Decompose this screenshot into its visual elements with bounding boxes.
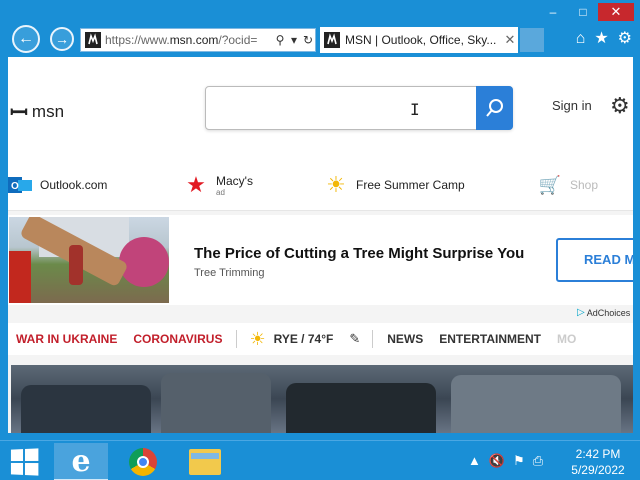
clock-date: 5/29/2022 bbox=[571, 463, 625, 477]
search-input[interactable] bbox=[214, 97, 474, 119]
settings-gear-icon[interactable]: ⚙ bbox=[610, 93, 630, 119]
quick-links-bar: O Outlook.com ★ Macy's ad ☀ Free Summer C… bbox=[8, 167, 633, 211]
internet-explorer-icon: e bbox=[71, 443, 91, 479]
cart-icon: 🛒 bbox=[538, 174, 562, 195]
refresh-icon[interactable]: ↻ bbox=[301, 33, 315, 47]
dropdown-icon[interactable]: ▾ bbox=[287, 33, 301, 47]
text-cursor-icon: I bbox=[410, 100, 420, 119]
taskbar: e ▲ 🔇 ⚑ ⎙ 2:42 PM 5/29/2022 bbox=[0, 440, 640, 480]
quick-link-text: Macy's ad bbox=[216, 174, 253, 197]
quick-link-label: Outlook.com bbox=[40, 178, 108, 192]
divider bbox=[236, 330, 238, 348]
msn-favicon-icon bbox=[324, 32, 340, 48]
topic-coronavirus[interactable]: CORONAVIRUS bbox=[125, 332, 230, 346]
topic-ukraine[interactable]: WAR IN UKRAINE bbox=[8, 332, 125, 346]
quick-link-macys[interactable]: ★ Macy's ad bbox=[184, 172, 253, 197]
search-icon bbox=[485, 99, 503, 117]
ad-source: Tree Trimming bbox=[194, 267, 265, 279]
hero-image[interactable] bbox=[11, 365, 633, 433]
start-button[interactable] bbox=[10, 448, 39, 476]
volume-muted-icon[interactable]: 🔇 bbox=[489, 453, 505, 469]
butterfly-icon: ꟷ bbox=[10, 100, 28, 125]
ad-banner[interactable]: The Price of Cutting a Tree Might Surpri… bbox=[8, 215, 633, 305]
address-url[interactable]: https://www.msn.com/?ocid= bbox=[105, 33, 273, 47]
back-button[interactable]: ← bbox=[12, 25, 40, 53]
ad-label: ad bbox=[216, 187, 225, 197]
browser-toolbar-icons: ⌂ ★ ⚙ bbox=[576, 30, 632, 48]
web-page: ꟷ msn I Sign in ⚙ O Outlook.com ★ Macy's… bbox=[8, 57, 633, 433]
file-explorer-icon bbox=[189, 449, 221, 475]
quick-link-summer-camp[interactable]: ☀ Free Summer Camp bbox=[324, 172, 465, 197]
topic-nav: WAR IN UKRAINE CORONAVIRUS ☀ RYE / 74°F … bbox=[8, 323, 633, 355]
nav-entertainment[interactable]: ENTERTAINMENT bbox=[431, 332, 549, 346]
read-more-button[interactable]: READ M bbox=[556, 238, 633, 282]
ad-image bbox=[9, 217, 169, 303]
quick-link-label: Shop bbox=[570, 178, 599, 192]
divider bbox=[372, 330, 374, 348]
sign-in-link[interactable]: Sign in bbox=[552, 98, 592, 113]
quick-link-label: Free Summer Camp bbox=[356, 178, 465, 192]
back-arrow-icon: ← bbox=[18, 30, 34, 47]
chrome-icon bbox=[129, 448, 157, 476]
taskbar-ie[interactable]: e bbox=[54, 443, 108, 480]
nav-news[interactable]: NEWS bbox=[379, 332, 431, 346]
minimize-button[interactable]: – bbox=[538, 3, 568, 21]
tab-title: MSN | Outlook, Office, Sky... bbox=[345, 33, 497, 47]
new-tab-button[interactable] bbox=[520, 28, 544, 52]
quick-link-shop[interactable]: 🛒 Shop bbox=[538, 173, 598, 197]
clock-time: 2:42 PM bbox=[575, 447, 621, 461]
close-button[interactable]: ✕ bbox=[598, 3, 634, 21]
weather-sun-icon: ☀ bbox=[249, 328, 266, 349]
msn-header: ꟷ msn I Sign in ⚙ bbox=[8, 57, 633, 167]
navigation-bar: ← → https://www.msn.com/?ocid= ⚲ ▾ ↻ MSN… bbox=[0, 25, 640, 55]
tab-close-icon[interactable]: ✕ bbox=[502, 32, 518, 48]
show-hidden-icons-icon[interactable]: ▲ bbox=[468, 453, 481, 469]
ad-title[interactable]: The Price of Cutting a Tree Might Surpri… bbox=[194, 245, 524, 262]
weather-location[interactable]: RYE / 74°F bbox=[266, 332, 342, 346]
msn-logo[interactable]: ꟷ msn bbox=[10, 97, 64, 127]
search-box bbox=[205, 86, 513, 130]
browser-window: – □ ✕ ← → https://www.msn.com/?ocid= ⚲ ▾… bbox=[0, 0, 640, 440]
network-icon[interactable]: ⎙ bbox=[533, 453, 543, 469]
search-icon[interactable]: ⚲ bbox=[273, 33, 287, 47]
tools-gear-icon[interactable]: ⚙ bbox=[618, 30, 632, 48]
svg-text:O: O bbox=[11, 181, 19, 192]
msn-favicon-icon bbox=[85, 32, 101, 48]
clock[interactable]: 2:42 PM 5/29/2022 bbox=[566, 446, 630, 478]
sun-icon: ☀ bbox=[326, 172, 346, 197]
favorites-icon[interactable]: ★ bbox=[594, 30, 608, 48]
forward-arrow-icon: → bbox=[55, 31, 69, 47]
outlook-icon: O bbox=[8, 173, 32, 197]
logo-text: msn bbox=[31, 102, 65, 121]
maximize-button[interactable]: □ bbox=[568, 3, 598, 21]
system-tray: ▲ 🔇 ⚑ ⎙ bbox=[468, 453, 543, 469]
adchoices-icon: ▷ bbox=[577, 307, 585, 318]
taskbar-file-explorer[interactable] bbox=[178, 443, 232, 480]
edit-pencil-icon[interactable]: ✎ bbox=[349, 331, 360, 347]
adchoices-link[interactable]: ▷ AdChoices bbox=[577, 307, 630, 318]
nav-more[interactable]: MO bbox=[549, 332, 584, 346]
tab-msn[interactable]: MSN | Outlook, Office, Sky... ✕ bbox=[320, 27, 518, 53]
quick-link-label: Macy's bbox=[216, 173, 253, 188]
taskbar-chrome[interactable] bbox=[116, 443, 170, 480]
flag-icon[interactable]: ⚑ bbox=[513, 453, 525, 469]
quick-link-outlook[interactable]: O Outlook.com bbox=[8, 173, 107, 197]
macys-star-icon: ★ bbox=[186, 172, 206, 197]
home-icon[interactable]: ⌂ bbox=[576, 30, 586, 48]
search-button[interactable] bbox=[476, 86, 513, 130]
address-bar[interactable]: https://www.msn.com/?ocid= ⚲ ▾ ↻ bbox=[80, 28, 316, 52]
adchoices-label: AdChoices bbox=[586, 307, 631, 318]
forward-button[interactable]: → bbox=[50, 27, 74, 51]
window-controls: – □ ✕ bbox=[538, 3, 634, 21]
